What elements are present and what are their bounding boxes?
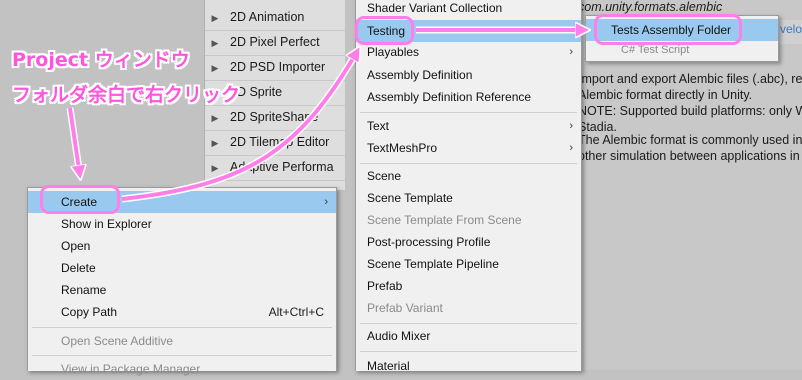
annotation-line-2: フォルダ余白で右クリック xyxy=(12,84,241,106)
arrow-to-testing xyxy=(121,50,358,201)
annotation-line-1: Project ウィンドウ xyxy=(12,49,190,71)
